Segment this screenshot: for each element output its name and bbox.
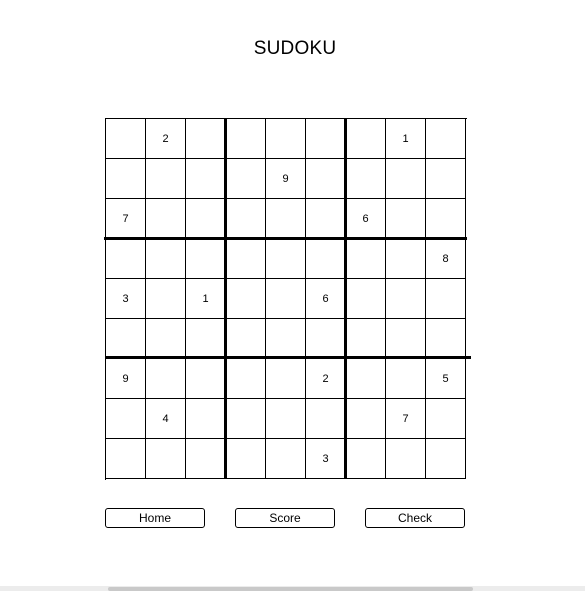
sudoku-cell[interactable] (146, 359, 186, 399)
score-button[interactable]: Score (235, 508, 335, 528)
sudoku-cell[interactable] (266, 279, 306, 319)
sudoku-cell[interactable]: 8 (426, 239, 466, 279)
sudoku-cell[interactable]: 9 (266, 159, 306, 199)
block-divider-vertical-1 (224, 118, 227, 479)
sudoku-cell[interactable] (306, 159, 346, 199)
sudoku-cell[interactable]: 9 (106, 359, 146, 399)
sudoku-cell[interactable] (426, 119, 466, 159)
sudoku-cell[interactable] (346, 239, 386, 279)
sudoku-cell[interactable] (186, 119, 226, 159)
sudoku-cell[interactable] (146, 159, 186, 199)
sudoku-cell[interactable] (186, 359, 226, 399)
sudoku-cell[interactable] (146, 319, 186, 359)
sudoku-cell[interactable]: 3 (106, 279, 146, 319)
sudoku-cell[interactable] (426, 199, 466, 239)
sudoku-cell[interactable] (146, 239, 186, 279)
sudoku-cell[interactable] (226, 439, 266, 479)
sudoku-cell[interactable] (386, 199, 426, 239)
sudoku-cell[interactable] (266, 439, 306, 479)
sudoku-cell[interactable]: 7 (106, 199, 146, 239)
sudoku-cell[interactable] (226, 119, 266, 159)
sudoku-cell[interactable] (386, 239, 426, 279)
sudoku-cell[interactable] (346, 399, 386, 439)
sudoku-cell[interactable]: 7 (386, 399, 426, 439)
sudoku-cell[interactable] (146, 279, 186, 319)
sudoku-cell[interactable] (106, 439, 146, 479)
horizontal-scrollbar[interactable] (0, 586, 585, 591)
sudoku-cell[interactable] (266, 399, 306, 439)
sudoku-cell[interactable] (186, 319, 226, 359)
sudoku-cell[interactable] (266, 119, 306, 159)
sudoku-cell[interactable] (346, 279, 386, 319)
sudoku-cell[interactable]: 1 (386, 119, 426, 159)
sudoku-cell[interactable] (386, 359, 426, 399)
sudoku-cell[interactable] (266, 319, 306, 359)
sudoku-cell[interactable] (306, 239, 346, 279)
sudoku-cell[interactable]: 4 (146, 399, 186, 439)
sudoku-cell[interactable] (426, 399, 466, 439)
sudoku-cell[interactable] (186, 159, 226, 199)
sudoku-cell[interactable] (186, 439, 226, 479)
sudoku-cell[interactable] (346, 439, 386, 479)
sudoku-cell[interactable] (426, 439, 466, 479)
sudoku-cell[interactable] (226, 279, 266, 319)
block-divider-horizontal-2 (105, 356, 471, 359)
sudoku-cell[interactable] (226, 239, 266, 279)
sudoku-cell[interactable]: 3 (306, 439, 346, 479)
sudoku-cell[interactable] (306, 119, 346, 159)
sudoku-cell[interactable] (386, 319, 426, 359)
sudoku-cell[interactable] (386, 279, 426, 319)
check-button[interactable]: Check (365, 508, 465, 528)
sudoku-cell[interactable] (106, 159, 146, 199)
sudoku-cell[interactable] (186, 239, 226, 279)
sudoku-cell[interactable] (426, 319, 466, 359)
sudoku-cell[interactable] (226, 359, 266, 399)
sudoku-cell[interactable] (226, 319, 266, 359)
sudoku-cell[interactable] (426, 159, 466, 199)
sudoku-cell[interactable] (106, 319, 146, 359)
sudoku-cell[interactable]: 2 (306, 359, 346, 399)
page-title: SUDOKU (253, 38, 337, 59)
sudoku-cell[interactable]: 6 (346, 199, 386, 239)
sudoku-cell[interactable] (186, 199, 226, 239)
sudoku-cell[interactable] (346, 119, 386, 159)
sudoku-cell[interactable]: 2 (146, 119, 186, 159)
sudoku-cell[interactable]: 5 (426, 359, 466, 399)
sudoku-cell[interactable] (226, 399, 266, 439)
home-button[interactable]: Home (105, 508, 205, 528)
sudoku-cell[interactable] (146, 439, 186, 479)
sudoku-cell[interactable] (266, 199, 306, 239)
sudoku-cell[interactable] (426, 279, 466, 319)
sudoku-cell[interactable] (346, 359, 386, 399)
sudoku-cell[interactable] (346, 159, 386, 199)
sudoku-cell[interactable] (106, 239, 146, 279)
sudoku-cell[interactable] (266, 239, 306, 279)
sudoku-cell[interactable] (226, 199, 266, 239)
sudoku-cell[interactable] (306, 399, 346, 439)
sudoku-cell[interactable] (106, 119, 146, 159)
sudoku-cell[interactable] (386, 439, 426, 479)
sudoku-cell[interactable] (386, 159, 426, 199)
scrollbar-thumb[interactable] (108, 587, 473, 591)
sudoku-cell[interactable]: 1 (186, 279, 226, 319)
sudoku-cell[interactable]: 6 (306, 279, 346, 319)
sudoku-cell[interactable] (306, 199, 346, 239)
sudoku-cell[interactable] (146, 199, 186, 239)
sudoku-cell[interactable] (266, 359, 306, 399)
sudoku-board: 219768316925473 (105, 118, 467, 480)
block-divider-vertical-2 (344, 118, 347, 479)
sudoku-cell[interactable] (106, 399, 146, 439)
block-divider-horizontal-1 (104, 237, 467, 240)
sudoku-cell[interactable] (226, 159, 266, 199)
sudoku-cell[interactable] (306, 319, 346, 359)
sudoku-cell[interactable] (186, 399, 226, 439)
sudoku-cell[interactable] (346, 319, 386, 359)
